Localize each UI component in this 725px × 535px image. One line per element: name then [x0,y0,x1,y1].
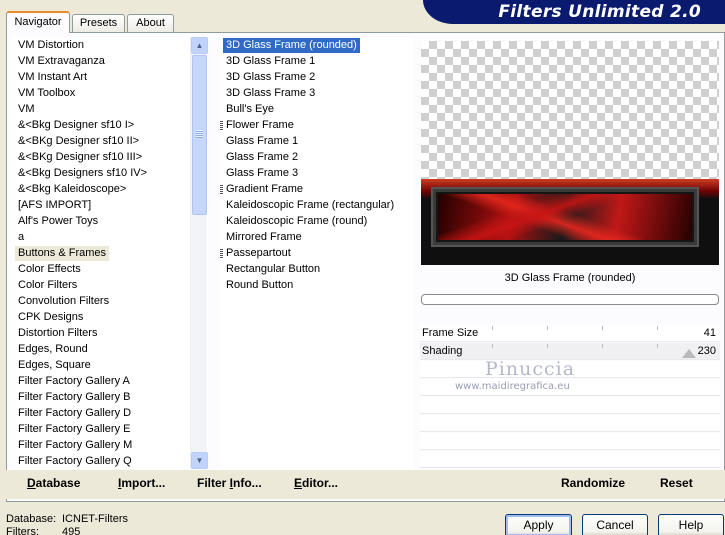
tab-about[interactable]: About [127,14,174,33]
preview-image [421,41,719,265]
category-item[interactable]: [AFS IMPORT] [15,198,94,213]
apply-button[interactable]: Apply [505,514,572,535]
database-value: ICNET-Filters [62,513,128,525]
selected-filter-name: 3D Glass Frame (rounded) [504,272,636,284]
parameter-panel: Frame Size 41 Shading 230 [420,325,720,468]
category-item[interactable]: Buttons & Frames [15,246,110,261]
filter-item[interactable]: Glass Frame 1 [223,134,301,149]
param-value: 230 [697,345,716,357]
param-empty [420,433,720,450]
filter-item[interactable]: Kaleidoscopic Frame (rectangular) [223,198,397,213]
status-area: Database: ICNET-Filters Filters: 495 [6,513,128,535]
category-item[interactable]: Filter Factory Gallery Q [15,454,135,469]
filter-item[interactable]: Kaleidoscopic Frame (round) [223,214,370,229]
category-item[interactable]: Edges, Square [15,358,94,373]
filter-item[interactable]: Bull's Eye [223,102,277,117]
scroll-up-icon[interactable]: ▲ [191,37,208,54]
category-item[interactable]: VM Instant Art [15,70,90,85]
filter-item[interactable]: Mirrored Frame [223,230,305,245]
param-empty [420,397,720,414]
category-item[interactable]: &<Bkg Designer sf10 I> [15,118,137,133]
filter-item[interactable]: Gradient Frame [223,182,306,197]
param-label: Frame Size [422,327,479,339]
category-item[interactable]: Convolution Filters [15,294,112,309]
filters-count: 495 [62,526,81,535]
category-item[interactable]: Distortion Filters [15,326,100,341]
category-item[interactable]: Filter Factory Gallery M [15,438,135,453]
category-item[interactable]: Filter Factory Gallery E [15,422,133,437]
category-scrollbar[interactable]: ▲ ▼ [190,37,208,469]
filters-label: Filters: [6,526,39,535]
param-empty [420,415,720,432]
cancel-button[interactable]: Cancel [582,514,648,535]
filter-item[interactable]: Round Button [223,278,296,293]
category-item[interactable]: CPK Designs [15,310,86,325]
filter-item[interactable]: Passepartout [223,246,294,261]
scroll-thumb[interactable] [192,55,207,215]
category-item[interactable]: Filter Factory Gallery D [15,406,134,421]
category-list[interactable]: VM Distortion VM Extravaganza VM Instant A… [12,37,208,469]
grip-icon [196,130,203,138]
slider-thumb[interactable] [682,349,696,358]
category-item[interactable]: a [15,230,27,245]
tab-navigator[interactable]: Navigator [6,11,70,33]
database-label: Database: [6,513,57,525]
preview-frame [421,179,719,265]
param-empty [420,361,720,378]
filter-list[interactable]: 3D Glass Frame (rounded) 3D Glass Frame 1… [220,37,414,469]
app-title: Filters Unlimited 2.0 [498,2,701,22]
category-item[interactable]: &<BKg Designer sf10 III> [15,150,145,165]
category-item[interactable]: Color Filters [15,278,80,293]
category-item[interactable]: Color Effects [15,262,84,277]
filter-item[interactable]: Flower Frame [223,118,297,133]
filter-item[interactable]: 3D Glass Frame 2 [223,70,318,85]
database-button[interactable]: Database [27,476,80,490]
progress-bar [421,294,719,305]
category-item[interactable]: Alf's Power Toys [15,214,101,229]
category-item[interactable]: &<Bkg Designers sf10 IV> [15,166,150,181]
filter-item[interactable]: 3D Glass Frame 3 [223,86,318,101]
param-value: 41 [703,327,716,339]
title-banner: Filters Unlimited 2.0 [423,0,725,24]
category-item[interactable]: VM [15,102,38,117]
param-empty [420,379,720,396]
param-shading[interactable]: Shading 230 [420,343,720,360]
category-item[interactable]: Edges, Round [15,342,91,357]
scroll-down-icon[interactable]: ▼ [191,452,208,469]
randomize-button[interactable]: Randomize [561,476,625,490]
bottom-toolbar: Database Import... Filter Info... Editor… [6,470,725,499]
help-button[interactable]: Help [658,514,724,535]
category-item[interactable]: Filter Factory Gallery B [15,390,133,405]
filter-item[interactable]: Glass Frame 2 [223,150,301,165]
param-frame-size[interactable]: Frame Size 41 [420,325,720,342]
category-item[interactable]: &<BKg Designer sf10 II> [15,134,142,149]
filter-item[interactable]: Glass Frame 3 [223,166,301,181]
reset-button[interactable]: Reset [660,476,693,490]
filter-info-button[interactable]: Filter Info... [197,476,262,490]
editor-button[interactable]: Editor... [294,476,338,490]
tab-presets[interactable]: Presets [72,14,125,33]
param-label: Shading [422,345,463,357]
category-item[interactable]: VM Distortion [15,38,87,53]
import-button[interactable]: Import... [118,476,165,490]
param-empty [420,451,720,468]
filter-item[interactable]: Rectangular Button [223,262,323,277]
category-item[interactable]: Filter Factory Gallery A [15,374,133,389]
category-item[interactable]: &<Bkg Kaleidoscope> [15,182,129,197]
filter-item[interactable]: 3D Glass Frame (rounded) [223,38,360,53]
category-item[interactable]: VM Extravaganza [15,54,108,69]
category-item[interactable]: VM Toolbox [15,86,78,101]
filter-item[interactable]: 3D Glass Frame 1 [223,54,318,69]
